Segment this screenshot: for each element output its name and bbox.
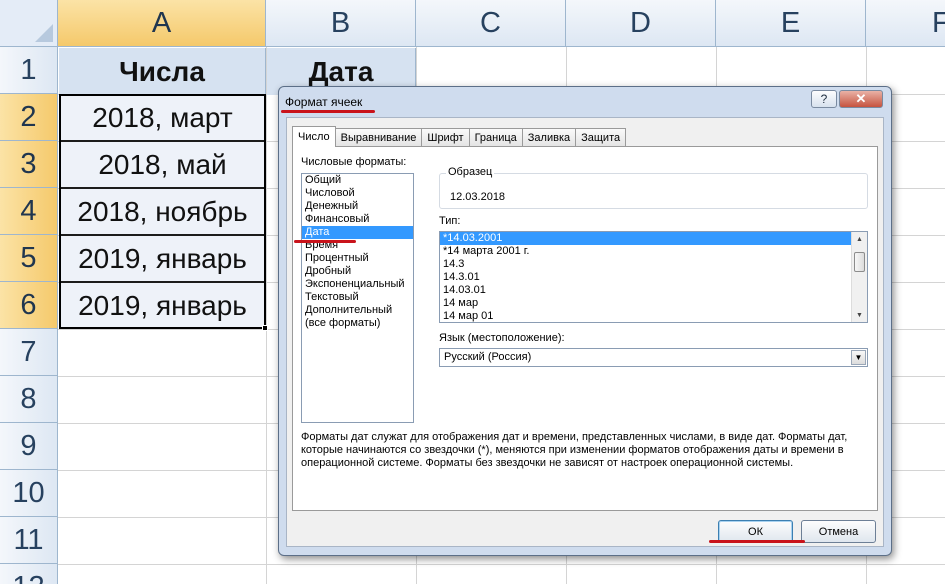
tab-protection[interactable]: Защита bbox=[575, 128, 627, 147]
tab-alignment[interactable]: Выравнивание bbox=[334, 128, 423, 147]
format-item-special[interactable]: Дополнительный bbox=[302, 304, 413, 317]
cell-a4[interactable]: 2018, ноябрь bbox=[59, 188, 266, 235]
cell-a3[interactable]: 2018, май bbox=[59, 141, 266, 188]
tab-strip: Число Выравнивание Шрифт Граница Заливка… bbox=[292, 126, 627, 147]
annotation-underline-date bbox=[294, 240, 356, 243]
scroll-up-arrow-icon[interactable]: ▲ bbox=[852, 232, 867, 246]
cell-a2[interactable]: 2018, март bbox=[59, 94, 266, 141]
type-item[interactable]: 14.3 bbox=[440, 258, 851, 271]
tab-fill[interactable]: Заливка bbox=[521, 128, 577, 147]
column-header-f[interactable]: F bbox=[866, 0, 945, 47]
type-item[interactable]: 14 мар 01 bbox=[440, 310, 851, 323]
format-cells-dialog: Формат ячеек ? ✕ Число Выравнивание Шриф… bbox=[278, 86, 892, 556]
fill-handle[interactable] bbox=[262, 325, 268, 331]
number-formats-label: Числовые форматы: bbox=[301, 156, 407, 168]
format-item-custom[interactable]: (все форматы) bbox=[302, 317, 413, 330]
excel-window: A B C D E F 1 2 3 4 5 6 7 8 9 10 11 12 Ч… bbox=[0, 0, 945, 584]
sample-value: 12.03.2018 bbox=[450, 191, 506, 203]
format-item-general[interactable]: Общий bbox=[302, 174, 413, 187]
row-header-10[interactable]: 10 bbox=[0, 470, 58, 517]
row-header-5[interactable]: 5 bbox=[0, 235, 58, 282]
column-header-c[interactable]: C bbox=[416, 0, 566, 47]
format-item-scientific[interactable]: Экспоненциальный bbox=[302, 278, 413, 291]
row-header-11[interactable]: 11 bbox=[0, 517, 58, 564]
format-item-percentage[interactable]: Процентный bbox=[302, 252, 413, 265]
sample-label: Образец bbox=[446, 166, 495, 178]
type-item[interactable]: *14.03.2001 bbox=[440, 232, 851, 245]
column-header-e[interactable]: E bbox=[716, 0, 866, 47]
grid-line bbox=[58, 564, 945, 565]
scroll-thumb[interactable] bbox=[854, 252, 865, 272]
format-item-number[interactable]: Числовой bbox=[302, 187, 413, 200]
cell-a6[interactable]: 2019, январь bbox=[59, 282, 266, 329]
type-item[interactable]: *14 марта 2001 г. bbox=[440, 245, 851, 258]
format-item-fraction[interactable]: Дробный bbox=[302, 265, 413, 278]
cancel-button[interactable]: Отмена bbox=[801, 520, 876, 543]
select-all-triangle-icon bbox=[35, 24, 53, 42]
type-item[interactable]: 14.3.01 bbox=[440, 271, 851, 284]
type-item[interactable]: 14 мар bbox=[440, 297, 851, 310]
row-header-9[interactable]: 9 bbox=[0, 423, 58, 470]
number-tab-page: Числовые форматы: Общий Числовой Денежны… bbox=[292, 146, 878, 511]
format-description: Форматы дат служат для отображения дат и… bbox=[301, 431, 848, 469]
tab-font[interactable]: Шрифт bbox=[421, 128, 470, 147]
row-header-6[interactable]: 6 bbox=[0, 282, 58, 329]
locale-value: Русский (Россия) bbox=[444, 351, 532, 363]
format-item-currency[interactable]: Денежный bbox=[302, 200, 413, 213]
scroll-down-arrow-icon[interactable]: ▼ bbox=[852, 308, 867, 322]
dialog-body: Число Выравнивание Шрифт Граница Заливка… bbox=[286, 117, 884, 547]
cell-a5[interactable]: 2019, январь bbox=[59, 235, 266, 282]
sample-group: Образец 12.03.2018 bbox=[439, 166, 868, 209]
annotation-underline-ok bbox=[709, 540, 805, 543]
locale-label: Язык (местоположение): bbox=[439, 332, 565, 344]
select-all-corner[interactable] bbox=[0, 0, 58, 47]
type-label: Тип: bbox=[439, 215, 461, 227]
help-button[interactable]: ? bbox=[811, 90, 837, 108]
column-header-d[interactable]: D bbox=[566, 0, 716, 47]
tab-number[interactable]: Число bbox=[292, 126, 336, 147]
row-header-12[interactable]: 12 bbox=[0, 564, 58, 584]
dialog-title: Формат ячеек bbox=[285, 95, 363, 109]
tab-border[interactable]: Граница bbox=[468, 128, 523, 147]
format-item-date[interactable]: Дата bbox=[302, 226, 413, 239]
date-type-list[interactable]: *14.03.2001 *14 марта 2001 г. 14.3 14.3.… bbox=[439, 231, 868, 323]
dropdown-arrow-icon[interactable]: ▼ bbox=[851, 350, 866, 365]
row-header-8[interactable]: 8 bbox=[0, 376, 58, 423]
row-header-1[interactable]: 1 bbox=[0, 47, 58, 94]
cell-a1-header[interactable]: Числа bbox=[59, 48, 266, 95]
close-button[interactable]: ✕ bbox=[839, 90, 883, 108]
row-header-4[interactable]: 4 bbox=[0, 188, 58, 235]
locale-select[interactable]: Русский (Россия) ▼ bbox=[439, 348, 868, 367]
type-list-scrollbar[interactable]: ▲ ▼ bbox=[851, 232, 867, 322]
row-header-2[interactable]: 2 bbox=[0, 94, 58, 141]
format-item-accounting[interactable]: Финансовый bbox=[302, 213, 413, 226]
annotation-underline-title bbox=[281, 110, 375, 113]
format-item-text[interactable]: Текстовый bbox=[302, 291, 413, 304]
row-header-3[interactable]: 3 bbox=[0, 141, 58, 188]
type-item[interactable]: 14.03.01 bbox=[440, 284, 851, 297]
column-header-b[interactable]: B bbox=[266, 0, 416, 47]
column-header-a[interactable]: A bbox=[58, 0, 266, 47]
grid-line bbox=[266, 47, 267, 584]
number-formats-list[interactable]: Общий Числовой Денежный Финансовый Дата … bbox=[301, 173, 414, 423]
row-header-7[interactable]: 7 bbox=[0, 329, 58, 376]
